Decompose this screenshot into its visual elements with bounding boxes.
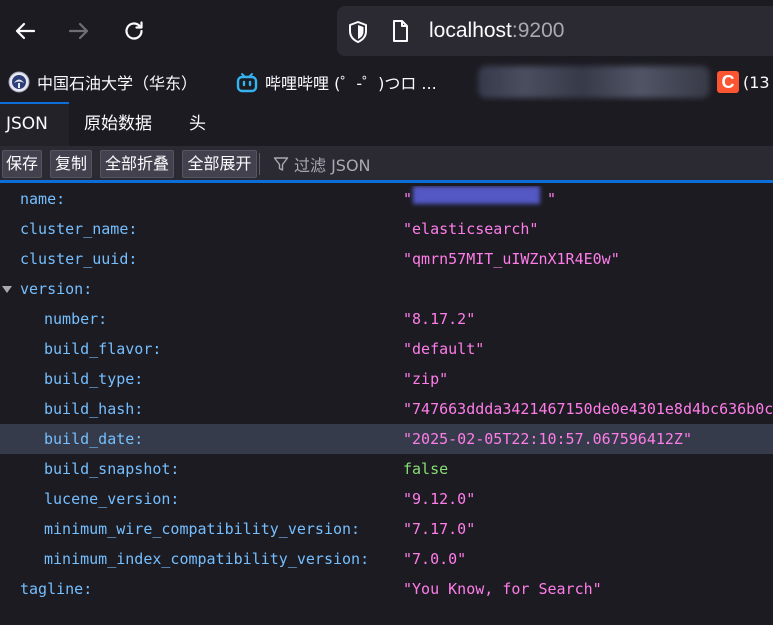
json-row[interactable]: cluster_name: "elasticsearch": [0, 214, 773, 244]
json-row[interactable]: tagline: "You Know, for Search": [0, 574, 773, 604]
json-value: "zip": [403, 370, 449, 388]
json-key: version:: [20, 280, 93, 298]
save-button[interactable]: 保存: [2, 150, 42, 178]
json-row[interactable]: build_snapshot: false: [0, 454, 773, 484]
json-row[interactable]: build_date: "2025-02-05T22:10:57.06759641…: [0, 424, 773, 454]
json-value: "9.12.0": [403, 490, 476, 508]
toolbar-separator: [259, 153, 260, 175]
json-row[interactable]: version:: [0, 274, 773, 304]
reload-button[interactable]: [117, 14, 151, 48]
json-value: "qmrn57MIT_uIWZnX1R4E0w": [403, 250, 620, 268]
json-value-close-quote: ": [547, 190, 557, 208]
expand-all-button[interactable]: 全部展开: [182, 150, 257, 178]
bookmark-bilibili[interactable]: 哔哩哔哩 (゜-゜)つロ ...: [236, 62, 437, 102]
tab-raw-data[interactable]: 原始数据: [84, 102, 152, 146]
json-key: lucene_version:: [44, 490, 180, 508]
page-info-icon[interactable]: [390, 19, 410, 47]
json-value-open-quote: ": [403, 190, 413, 208]
json-row[interactable]: cluster_uuid: "qmrn57MIT_uIWZnX1R4E0w": [0, 244, 773, 274]
json-key: minimum_index_compatibility_version:: [44, 550, 370, 568]
collapse-all-button[interactable]: 全部折叠: [100, 150, 174, 178]
tab-headers[interactable]: 头: [189, 102, 206, 146]
forward-button[interactable]: [62, 14, 96, 48]
filter-json-input[interactable]: 过滤 JSON: [273, 150, 371, 178]
arrow-left-icon: [15, 22, 36, 40]
json-key: number:: [44, 310, 108, 328]
json-value: "7.17.0": [403, 520, 476, 538]
json-row[interactable]: name: " ": [0, 186, 773, 214]
json-key: cluster_uuid:: [20, 250, 138, 268]
navigation-bar: localhost:9200: [0, 0, 773, 62]
bookmark-label: 中国石油大学（华东）: [37, 74, 198, 93]
filter-icon: [273, 157, 289, 171]
json-toolbar: 保存 复制 全部折叠 全部展开 过滤 JSON: [0, 146, 773, 183]
bookmark-label: 哔哩哔哩 (゜-゜)つロ ...: [265, 74, 437, 93]
json-key: name:: [20, 190, 66, 208]
csdn-icon: C: [717, 71, 739, 93]
bilibili-icon: [236, 73, 258, 93]
expand-toggle-icon[interactable]: [2, 286, 12, 293]
filter-placeholder: 过滤 JSON: [294, 156, 371, 175]
json-value: "7.0.0": [403, 550, 467, 568]
upc-logo-icon: [8, 71, 30, 93]
json-key: build_type:: [44, 370, 144, 388]
bookmark-upc[interactable]: 中国石油大学（华东）: [8, 62, 197, 102]
url-text[interactable]: localhost:9200: [429, 19, 564, 43]
bookmarks-toolbar: 中国石油大学（华东） 哔哩哔哩 (゜-゜)つロ ... C (13: [0, 62, 773, 102]
json-key: build_date:: [44, 430, 144, 448]
json-key: cluster_name:: [20, 220, 138, 238]
json-key: build_flavor:: [44, 340, 162, 358]
json-value: " ": [403, 186, 556, 214]
back-button[interactable]: [8, 14, 42, 48]
json-row[interactable]: minimum_wire_compatibility_version: "7.17…: [0, 514, 773, 544]
bookmark-label: (13: [743, 72, 770, 92]
url-host: localhost: [429, 19, 512, 42]
copy-button[interactable]: 复制: [50, 150, 92, 178]
redacted-bookmark[interactable]: [478, 66, 710, 98]
json-value: "2025-02-05T22:10:57.067596412Z": [403, 430, 692, 448]
json-row[interactable]: build_hash: "747663ddda3421467150de0e4301…: [0, 394, 773, 424]
arrow-right-icon: [68, 22, 89, 40]
json-value: "elasticsearch": [403, 220, 539, 238]
json-value: "8.17.2": [403, 310, 476, 328]
json-value: "You Know, for Search": [403, 580, 602, 598]
reload-icon: [125, 21, 143, 40]
json-row[interactable]: build_type: "zip": [0, 364, 773, 394]
json-value: "747663ddda3421467150de0e4301e8d4bc636b0…: [403, 400, 773, 418]
tracking-protection-shield-icon[interactable]: [347, 20, 369, 48]
tab-json[interactable]: JSON: [0, 102, 69, 146]
json-tree: name: " " cluster_name: "elasticsearch" clust…: [0, 186, 773, 625]
json-key: build_hash:: [44, 400, 144, 418]
json-key: minimum_wire_compatibility_version:: [44, 520, 361, 538]
url-port: :9200: [511, 19, 565, 42]
json-key: tagline:: [20, 580, 93, 598]
json-row[interactable]: build_flavor: "default": [0, 334, 773, 364]
json-value: "default": [403, 340, 485, 358]
json-row[interactable]: number: "8.17.2": [0, 304, 773, 334]
address-bar[interactable]: localhost:9200: [337, 6, 773, 56]
redacted-value: [413, 186, 540, 204]
json-key: build_snapshot:: [44, 460, 180, 478]
json-row[interactable]: minimum_index_compatibility_version: "7.0…: [0, 544, 773, 574]
json-value: false: [403, 460, 449, 478]
bookmark-csdn[interactable]: C (13: [717, 62, 770, 102]
json-viewer-tabs: JSON 原始数据 头: [0, 102, 773, 146]
json-row[interactable]: lucene_version: "9.12.0": [0, 484, 773, 514]
